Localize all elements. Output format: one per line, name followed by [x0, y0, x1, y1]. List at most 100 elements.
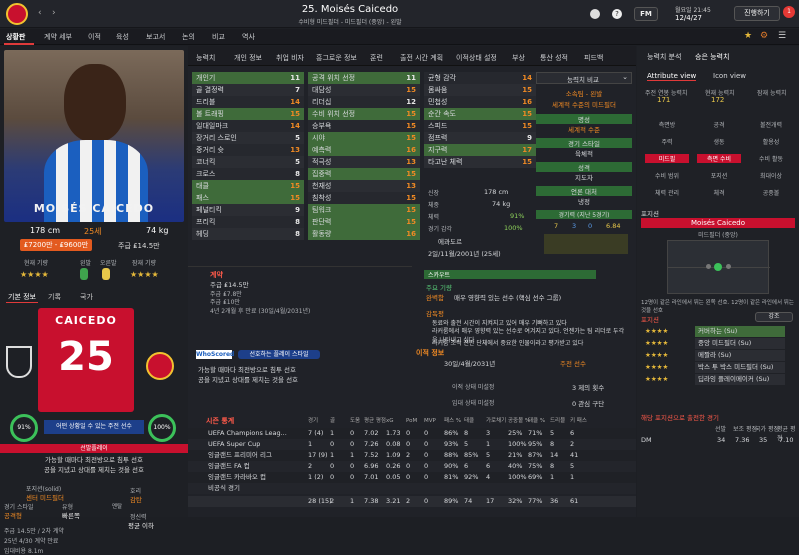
role-item[interactable]: ★★★★ 메짤라 (Su) — [645, 350, 787, 361]
attribute-row[interactable]: 코너킥 5 — [192, 156, 304, 168]
attribute-row[interactable]: 중거리 슛 13 — [192, 144, 304, 156]
attribute-row[interactable]: 적극성 13 — [308, 156, 420, 168]
role-item[interactable]: ★★★★ 커버하는 (Su) — [645, 326, 787, 337]
attribute-row[interactable]: 태클 15 — [192, 180, 304, 192]
attribute-row[interactable]: 볼 트래핑 15 — [192, 108, 304, 120]
continue-button[interactable]: 진행하기 — [734, 6, 780, 21]
stat-cell: 0 — [330, 440, 335, 448]
attribute-row[interactable]: 스피드 15 — [424, 120, 536, 132]
right-subtab-attr[interactable]: Attribute view — [647, 72, 697, 81]
attribute-name: 대담성 — [312, 86, 332, 94]
attribute-row[interactable]: 페널티킥 9 — [192, 204, 304, 216]
attribute-row[interactable]: 리더십 12 — [308, 96, 420, 108]
attribute-row[interactable]: 균형 감각 14 — [424, 72, 536, 84]
nav-reports[interactable]: 보고서 — [146, 32, 165, 42]
nav-contract[interactable]: 계약 세부 — [44, 32, 72, 42]
table-row[interactable]: 잉글랜드 FA 컵 2 0 0 6.96 0.26 0 0 90% 6 6 40% 75% 8 5 — [188, 461, 636, 472]
left-tab-record[interactable]: 기록 — [48, 292, 61, 302]
attribute-row[interactable]: 개인기 11 — [192, 72, 304, 84]
tab-injury[interactable]: 부상 — [512, 53, 525, 63]
attribute-row[interactable]: 활동량 16 — [308, 228, 420, 240]
attribute-row[interactable]: 크로스 8 — [192, 168, 304, 180]
table-row[interactable]: 잉글랜드 프리미어 리그 17 (9) 1 1 7.52 1.09 2 0 88% 85% 5 21%… — [188, 450, 636, 461]
right-tab-analysis[interactable]: 능력치 분석 — [647, 52, 681, 62]
attribute-row[interactable]: 프리킥 8 — [192, 216, 304, 228]
nav-history[interactable]: 역사 — [242, 32, 255, 42]
left-tab-basic[interactable]: 기본 정보 — [8, 292, 36, 302]
stat-total-cell: 1 — [350, 497, 355, 505]
attribute-value: 15 — [406, 218, 416, 226]
role-item[interactable]: ★★★★ 박스 투 박스 미드필더 (Su) — [645, 362, 787, 373]
attribute-row[interactable]: 헤딩 8 — [192, 228, 304, 240]
nav-discuss[interactable]: 논의 — [182, 32, 195, 42]
forward-arrow-icon[interactable]: › — [52, 8, 56, 18]
tab-playtime[interactable]: 출전 시간 계획 — [400, 53, 443, 63]
table-row[interactable]: UEFA Champions Leag... 7 (4) 1 0 7.02 1.73 0 0 8… — [188, 428, 636, 439]
right-subtab-icon[interactable]: Icon view — [713, 72, 746, 80]
tab-personal[interactable]: 개인 정보 — [234, 53, 262, 63]
status-red-bar: 선발플레이 — [0, 444, 188, 453]
attribute-name: 점프력 — [428, 134, 448, 142]
table-row[interactable]: UEFA Super Cup 1 0 0 7.26 0.08 0 0 93% 5 1 100% 95% 8… — [188, 439, 636, 450]
stat-cell: 0 — [424, 429, 429, 437]
star-icon[interactable]: ★ — [744, 31, 752, 41]
contract-exp: 4년 2개월 후 만료 (30일/4월/2031년) — [210, 308, 311, 315]
r1-val-0: 171 — [657, 96, 671, 104]
media-label: 언론 대처 — [536, 186, 632, 196]
notification-badge[interactable]: 1 — [783, 6, 795, 18]
attribute-row[interactable]: 승부욕 15 — [308, 120, 420, 132]
right-tab-hidden[interactable]: 승은 능력치 — [695, 52, 729, 62]
attribute-row[interactable]: 순간 속도 15 — [424, 108, 536, 120]
attribute-row[interactable]: 민첩성 16 — [424, 96, 536, 108]
attribute-row[interactable]: 장거리 스로인 5 — [192, 132, 304, 144]
role-item[interactable]: ★★★★ 딥라잉 플레이메이커 (Su) — [645, 374, 787, 385]
attribute-row[interactable]: 시야 15 — [308, 132, 420, 144]
attribute-row[interactable]: 팀워크 15 — [308, 204, 420, 216]
tab-work-permit[interactable]: 취업 비자 — [276, 53, 304, 63]
club-crest[interactable] — [6, 3, 28, 25]
emphasis-button[interactable]: 강조 — [755, 312, 793, 322]
tools-icon[interactable]: ⚙ — [760, 31, 768, 41]
attribute-row[interactable]: 공격 위치 선정 11 — [308, 72, 420, 84]
back-arrow-icon[interactable]: ‹ — [38, 8, 42, 18]
tab-attributes[interactable]: 능력치 — [196, 53, 215, 63]
flag-icon[interactable] — [590, 9, 600, 19]
attribute-row[interactable]: 수비 위치 선정 15 — [308, 108, 420, 120]
nav-transfer[interactable]: 이적 — [88, 32, 101, 42]
fm-button[interactable]: FM — [634, 7, 658, 21]
attribute-row[interactable]: 몸싸움 15 — [424, 84, 536, 96]
attribute-name: 타고난 체력 — [428, 158, 463, 166]
attribute-row[interactable]: 골 결정력 7 — [192, 84, 304, 96]
attribute-row[interactable]: 일대일마크 14 — [192, 120, 304, 132]
attribute-row[interactable]: 천재성 13 — [308, 180, 420, 192]
attribute-row[interactable]: 타고난 체력 15 — [424, 156, 536, 168]
attribute-row[interactable]: 예측력 16 — [308, 144, 420, 156]
tab-career[interactable]: 통산 성적 — [540, 53, 568, 63]
attribute-row[interactable]: 침착성 15 — [308, 192, 420, 204]
attribute-row[interactable]: 점프력 9 — [424, 132, 536, 144]
nav-development[interactable]: 육성 — [116, 32, 129, 42]
tab-transfer-status[interactable]: 이적상태 설정 — [456, 53, 497, 63]
attribute-row[interactable]: 대담성 15 — [308, 84, 420, 96]
attribute-row[interactable]: 드리블 14 — [192, 96, 304, 108]
tab-training[interactable]: 훈련 — [370, 53, 383, 63]
role-item[interactable]: ★★★★ 중앙 미드필더 (Su) — [645, 338, 787, 349]
table-row[interactable]: 잉글랜드 카라바오 컵 1 (2) 0 0 7.01 0.05 0 0 81% 92% 4 100% 6… — [188, 472, 636, 483]
left-tab-nation[interactable]: 국가 — [80, 292, 93, 302]
whoscored-tab[interactable]: 선호하는 플레이 스타일 — [238, 350, 320, 359]
tab-feedback[interactable]: 피드백 — [584, 53, 603, 63]
attribute-row[interactable]: 지구력 17 — [424, 144, 536, 156]
help-icon[interactable]: ? — [612, 9, 622, 19]
left-foot-label: 왼발 — [80, 260, 92, 267]
nav-overview[interactable]: 상황판 — [6, 32, 25, 42]
attribute-row[interactable]: 집중력 15 — [308, 168, 420, 180]
compare-button[interactable]: 능력치 비교 ⌄ — [536, 72, 632, 84]
attribute-row[interactable]: 패스 15 — [192, 192, 304, 204]
table-row[interactable]: 비공식 경기 — [188, 483, 636, 494]
scout-tab[interactable]: 스카우트 — [424, 270, 596, 279]
attribute-row[interactable]: 판단력 15 — [308, 216, 420, 228]
stat-cell: 40% — [508, 462, 523, 470]
tab-interesting[interactable]: 흥그로운 정보 — [316, 53, 357, 63]
nav-compare[interactable]: 비교 — [212, 32, 225, 42]
menu-icon[interactable]: ☰ — [778, 31, 786, 41]
